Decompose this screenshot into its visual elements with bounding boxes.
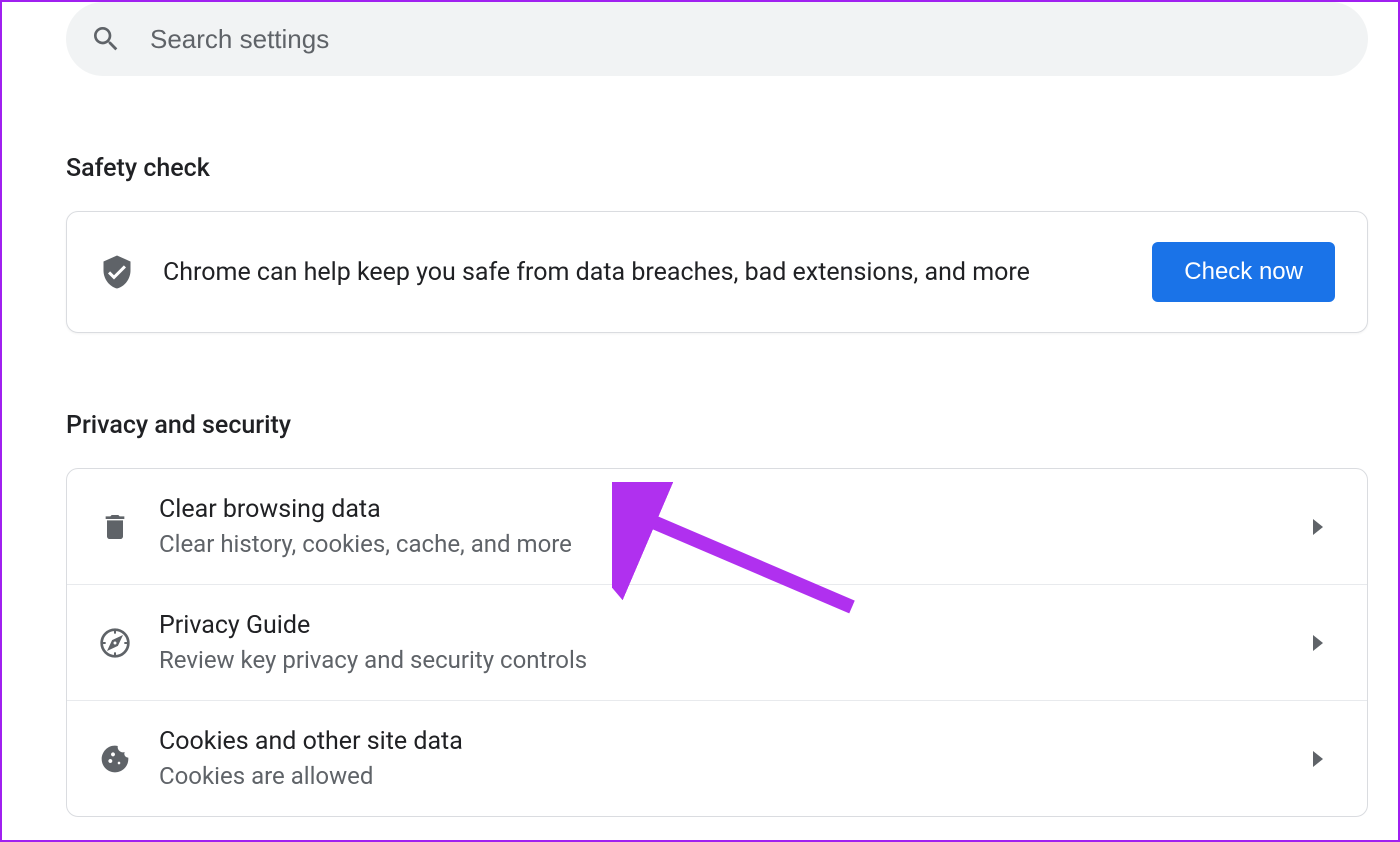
item-title: Clear browsing data	[159, 495, 1313, 524]
privacy-guide-item[interactable]: Privacy Guide Review key privacy and sec…	[67, 585, 1367, 701]
clear-browsing-data-item[interactable]: Clear browsing data Clear history, cooki…	[67, 469, 1367, 585]
privacy-security-title: Privacy and security	[66, 411, 1398, 440]
cookie-icon	[99, 741, 131, 777]
chevron-right-icon	[1313, 635, 1323, 651]
item-text: Privacy Guide Review key privacy and sec…	[159, 611, 1313, 674]
safety-check-title: Safety check	[66, 154, 1398, 183]
search-bar[interactable]	[66, 2, 1368, 76]
cookies-item[interactable]: Cookies and other site data Cookies are …	[67, 701, 1367, 816]
trash-icon	[99, 509, 131, 545]
item-subtitle: Review key privacy and security controls	[159, 646, 1313, 674]
item-subtitle: Cookies are allowed	[159, 762, 1313, 790]
chevron-right-icon	[1313, 519, 1323, 535]
item-title: Privacy Guide	[159, 611, 1313, 640]
safety-check-description: Chrome can help keep you safe from data …	[163, 258, 1152, 287]
item-title: Cookies and other site data	[159, 727, 1313, 756]
check-now-button[interactable]: Check now	[1152, 242, 1335, 302]
search-input[interactable]	[150, 24, 1344, 55]
compass-icon	[99, 625, 131, 661]
item-text: Cookies and other site data Cookies are …	[159, 727, 1313, 790]
privacy-security-list: Clear browsing data Clear history, cooki…	[66, 468, 1368, 817]
chevron-right-icon	[1313, 751, 1323, 767]
shield-check-icon	[99, 251, 135, 293]
item-text: Clear browsing data Clear history, cooki…	[159, 495, 1313, 558]
search-icon	[90, 23, 122, 55]
item-subtitle: Clear history, cookies, cache, and more	[159, 530, 1313, 558]
safety-check-card: Chrome can help keep you safe from data …	[66, 211, 1368, 333]
